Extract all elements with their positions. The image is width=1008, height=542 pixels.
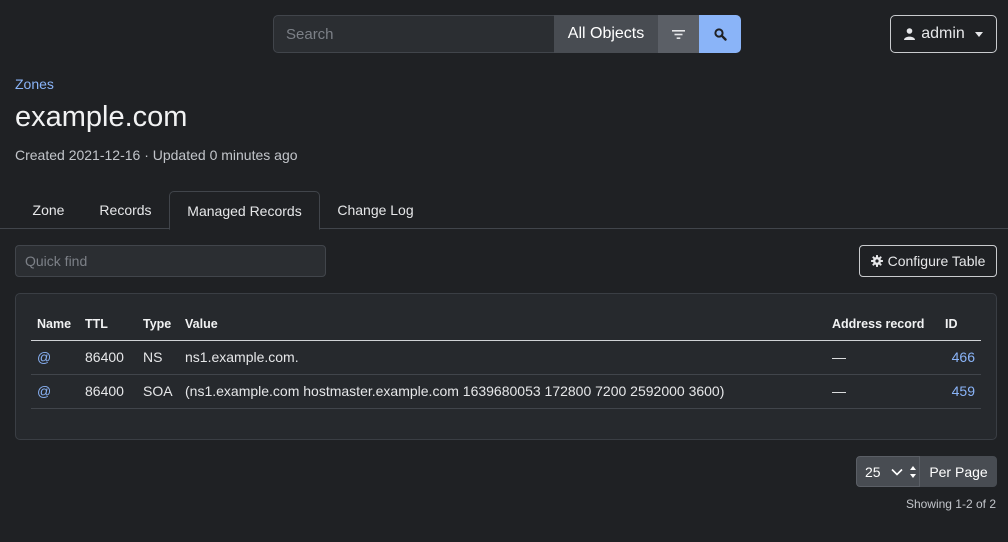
tab-zone[interactable]: Zone — [15, 191, 82, 229]
search-scope-dropdown[interactable]: All Objects — [554, 15, 658, 53]
user-icon — [904, 28, 916, 40]
records-table-card: Name TTL Type Value Address record ID @ … — [15, 293, 997, 440]
record-ttl: 86400 — [79, 340, 137, 375]
record-value: (ns1.example.com hostmaster.example.com … — [179, 374, 826, 409]
column-header-address-record[interactable]: Address record — [826, 309, 939, 341]
record-ttl: 86400 — [79, 374, 137, 409]
per-page-group: 25 Per Page — [856, 456, 997, 487]
filter-icon — [672, 29, 685, 39]
chevron-down-icon — [891, 468, 903, 476]
column-header-type[interactable]: Type — [137, 309, 179, 341]
record-name-link[interactable]: @ — [37, 383, 51, 399]
tab-records[interactable]: Records — [82, 191, 169, 229]
user-menu-button[interactable]: admin — [890, 15, 997, 53]
record-id-link[interactable]: 466 — [952, 349, 975, 365]
search-filter-button[interactable] — [658, 15, 699, 53]
table-row: @ 86400 NS ns1.example.com. — 466 — [31, 340, 981, 375]
tab-change-log[interactable]: Change Log — [320, 191, 431, 229]
managed-records-table: Name TTL Type Value Address record ID @ … — [31, 309, 981, 409]
page-title: example.com — [15, 101, 188, 133]
configure-table-label: Configure Table — [887, 253, 986, 269]
global-search-input[interactable] — [273, 15, 554, 53]
column-header-name[interactable]: Name — [31, 309, 79, 341]
per-page-select[interactable]: 25 — [856, 456, 920, 487]
record-address-record: — — [826, 340, 939, 375]
chevron-down-icon — [974, 31, 983, 37]
tab-managed-records[interactable]: Managed Records — [169, 191, 320, 230]
table-header-row: Name TTL Type Value Address record ID — [31, 309, 981, 341]
breadcrumb-zones[interactable]: Zones — [15, 76, 54, 92]
column-header-value[interactable]: Value — [179, 309, 826, 341]
quick-find-input[interactable] — [15, 245, 326, 277]
page-subtitle: Created 2021-12-16 · Updated 0 minutes a… — [15, 147, 298, 163]
spinner-arrows-icon — [910, 466, 916, 478]
per-page-label: Per Page — [920, 456, 997, 487]
record-type: SOA — [137, 374, 179, 409]
configure-table-button[interactable]: Configure Table — [859, 245, 997, 277]
record-type: NS — [137, 340, 179, 375]
record-id-link[interactable]: 459 — [952, 383, 975, 399]
record-value: ns1.example.com. — [179, 340, 826, 375]
top-navbar: All Objects admin — [0, 0, 1008, 70]
record-address-record: — — [826, 374, 939, 409]
search-icon — [713, 27, 727, 41]
search-submit-button[interactable] — [699, 15, 741, 53]
column-header-ttl[interactable]: TTL — [79, 309, 137, 341]
object-tabs: Zone Records Managed Records Change Log — [0, 191, 1008, 230]
global-search-group: All Objects — [273, 15, 741, 53]
user-name: admin — [921, 25, 965, 42]
column-header-id[interactable]: ID — [939, 309, 981, 341]
record-name-link[interactable]: @ — [37, 349, 51, 365]
gear-icon — [870, 255, 883, 267]
per-page-value: 25 — [865, 463, 881, 480]
table-row: @ 86400 SOA (ns1.example.com hostmaster.… — [31, 374, 981, 409]
pagination-summary: Showing 1-2 of 2 — [905, 497, 996, 511]
